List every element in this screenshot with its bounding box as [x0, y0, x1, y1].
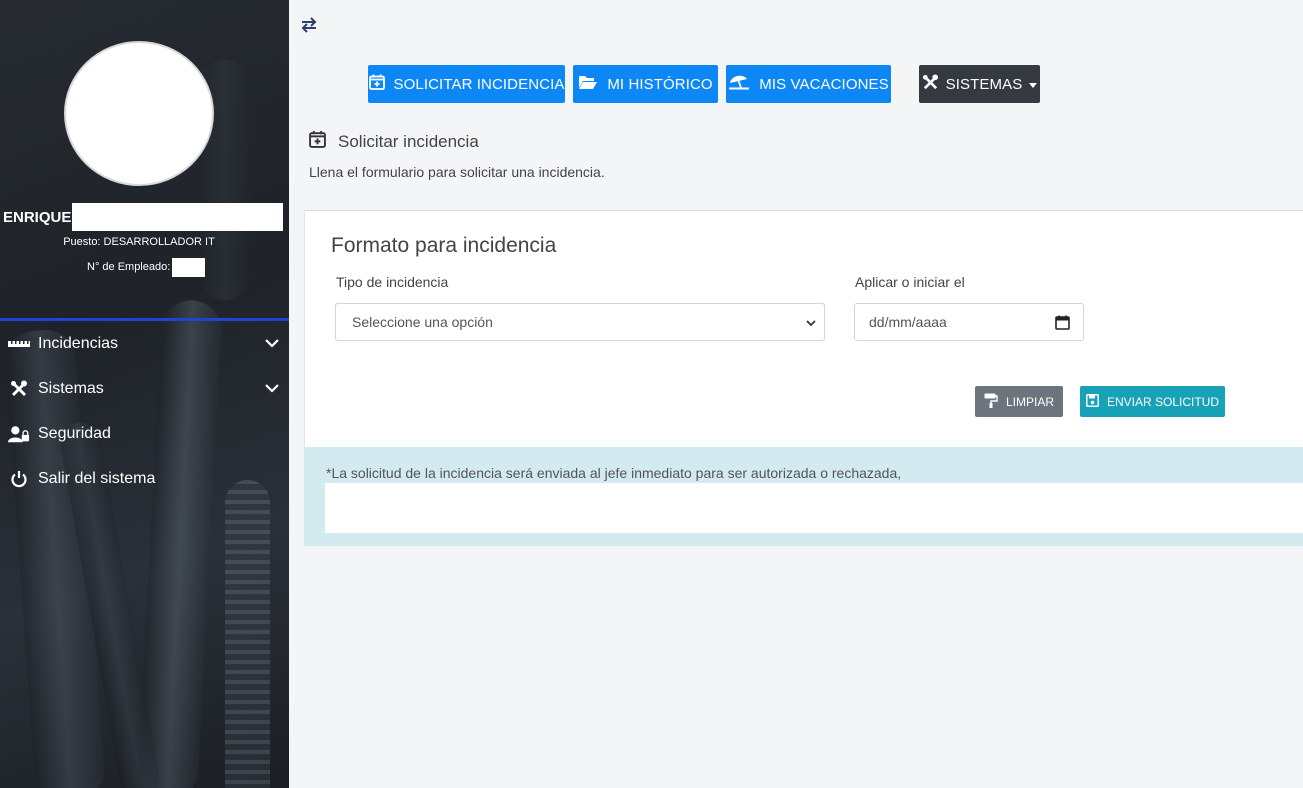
redacted-notice-content — [325, 483, 1303, 533]
sidebar-item-salir[interactable]: Salir del sistema — [0, 459, 289, 499]
button-label: SISTEMAS — [945, 75, 1023, 93]
sidebar-item-label: Incidencias — [38, 335, 119, 352]
ruler-icon — [8, 333, 30, 355]
sidebar-item-label: Seguridad — [38, 425, 111, 442]
fecha-input[interactable]: dd/mm/aaaa — [854, 303, 1084, 341]
tools-icon — [922, 73, 939, 95]
sidebar-item-seguridad[interactable]: Seguridad — [0, 414, 289, 454]
sidebar-divider — [0, 318, 289, 321]
folder-open-icon — [578, 74, 598, 94]
enviar-solicitud-button[interactable]: ENVIAR SOLICITUD — [1080, 386, 1225, 417]
calendar-plus-icon — [309, 130, 326, 153]
solicitar-incidencia-button[interactable]: SOLICITAR INCIDENCIA — [368, 65, 565, 103]
calendar-icon[interactable] — [1055, 315, 1070, 333]
incidencia-form-card: Formato para incidencia Tipo de incidenc… — [304, 210, 1303, 447]
sidebar-item-label: Salir del sistema — [38, 470, 156, 487]
mis-vacaciones-button[interactable]: MIS VACACIONES — [726, 65, 891, 103]
button-label: ENVIAR SOLICITUD — [1106, 394, 1220, 409]
info-notice: *La solicitud de la incidencia será envi… — [304, 447, 1303, 546]
employee-number-label: N° de Empleado: — [87, 261, 171, 273]
select-value: Seleccione una opción — [352, 314, 493, 330]
button-label: LIMPIAR — [1005, 394, 1054, 409]
user-position: Puesto: DESARROLLADOR IT — [63, 236, 215, 248]
form-title: Formato para incidencia — [331, 234, 557, 257]
tipo-incidencia-label: Tipo de incidencia — [336, 274, 449, 290]
page-title: Solicitar incidencia — [338, 131, 479, 151]
chevron-down-icon — [263, 379, 281, 402]
paint-roller-icon — [984, 393, 998, 411]
fecha-label: Aplicar o iniciar el — [855, 274, 965, 290]
umbrella-beach-icon — [728, 74, 750, 94]
redacted-employee-number — [172, 258, 205, 277]
date-placeholder: dd/mm/aaaa — [869, 314, 947, 330]
user-name: ENRIQUE — [3, 209, 72, 226]
section-header: Solicitar incidencia — [309, 130, 479, 153]
caret-down-icon — [1029, 76, 1038, 93]
swap-arrows-icon[interactable] — [300, 15, 318, 35]
power-icon — [8, 468, 30, 490]
tipo-incidencia-select[interactable]: Seleccione una opción — [335, 303, 825, 341]
sidebar-item-sistemas[interactable]: Sistemas — [0, 369, 289, 409]
page-description: Llena el formulario para solicitar una i… — [309, 164, 605, 180]
button-label: SOLICITAR INCIDENCIA — [393, 75, 565, 93]
chevron-down-icon — [263, 334, 281, 357]
notice-text: *La solicitud de la incidencia será envi… — [326, 465, 902, 481]
sidebar: ENRIQUE Puesto: DESARROLLADOR IT N° de E… — [0, 0, 289, 788]
chevron-down-icon — [804, 316, 818, 333]
user-lock-icon — [8, 423, 30, 445]
limpiar-button[interactable]: LIMPIAR — [975, 386, 1063, 417]
sidebar-item-label: Sistemas — [38, 380, 104, 397]
mi-historico-button[interactable]: MI HISTÓRICO — [573, 65, 718, 103]
redacted-surname — [72, 203, 283, 231]
button-label: MI HISTÓRICO — [607, 75, 713, 93]
tools-icon — [8, 378, 30, 400]
button-label: MIS VACACIONES — [759, 75, 889, 93]
sidebar-background-decoration — [225, 480, 270, 788]
calendar-plus-icon — [368, 74, 385, 94]
sistemas-dropdown-button[interactable]: SISTEMAS — [919, 65, 1040, 103]
save-icon — [1086, 393, 1099, 410]
sidebar-item-incidencias[interactable]: Incidencias — [0, 324, 289, 364]
avatar — [64, 41, 214, 186]
